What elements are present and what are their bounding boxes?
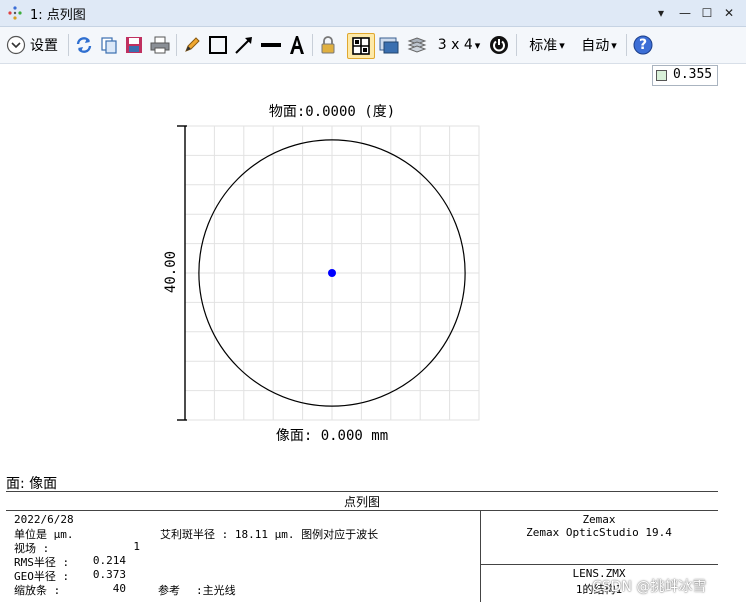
settings-label: 设置 [30,38,58,54]
save-icon [126,37,142,53]
field-selector[interactable]: 0.355 [652,65,718,86]
window-layout-icon [379,37,399,54]
layout-label: 3 x 4 [437,37,473,53]
settings-button[interactable]: 设置 [6,33,66,57]
panel-title: 点列图 [343,495,380,509]
spot-diagram-app-icon [8,6,22,20]
field-swatch-icon [656,70,667,81]
power-button[interactable] [487,33,511,57]
grid-layout-button[interactable] [347,33,375,59]
auto-dropdown[interactable]: 自动 ▾ [576,33,622,57]
panel-divider [6,510,718,511]
print-button[interactable] [148,33,172,57]
auto-label: 自动 [581,38,610,54]
close-button[interactable]: ✕ [720,4,738,22]
brand-text: Zemax [582,513,616,526]
text-tool-button[interactable] [286,33,308,57]
arrow-icon [235,37,252,54]
power-icon [490,36,508,54]
window-title: 1: 点列图 [30,8,86,23]
chevron-down-circle-icon [6,35,26,55]
toolbar-separator [626,34,627,56]
spot-series [328,269,336,277]
pin-dropdown-button[interactable]: ▾ [652,4,670,22]
rectangle-icon [209,36,227,54]
toolbar-separator [68,34,69,56]
standard-dropdown[interactable]: 标准 ▾ [524,33,570,57]
product-text: Zemax OpticStudio 19.4 [526,526,672,539]
field-row-value: 1 [133,540,140,553]
reference-label: 参考 [158,584,180,597]
plot-xlabel: 像面: 0.000 mm [276,428,388,444]
scale-row-label: 缩放条 : [14,584,61,597]
standard-label: 标准 [529,38,558,54]
field-value: 0.355 [673,67,713,82]
refresh-button[interactable] [73,33,95,57]
surface-label: 面: 像面 [6,476,58,492]
pencil-tool-button[interactable] [181,33,203,57]
minimize-button[interactable]: — [676,4,694,22]
toolbar-separator [516,34,517,56]
rectangle-tool-button[interactable] [207,33,229,57]
toolbar: 设置 3 x 4 ▾ 标准 ▾ 自动 ▾ ? [0,27,746,64]
scale-bar-label: 40.00 [163,251,179,293]
watermark: CSDN @挑衅冰雪 [592,579,707,595]
grid-layout-icon [352,37,370,55]
window-layout-button[interactable] [377,33,401,57]
lock-icon [321,36,335,54]
airy-text: 艾利斑半径 : 18.11 µm. 图例对应于波长 [160,528,379,541]
copy-button[interactable] [98,33,120,57]
chevron-down-icon: ▾ [611,38,617,52]
spot-diagram-plot: 物面:0.0000 (度) 像面: 0.000 mm 40.00 [163,104,480,444]
layers-icon [407,37,427,53]
plot-area: 物面:0.0000 (度) 像面: 0.000 mm 40.00 [0,64,746,472]
pencil-icon [185,37,200,52]
toolbar-separator [312,34,313,56]
chevron-down-icon: ▾ [474,38,481,52]
layers-button[interactable] [405,33,429,57]
scale-row-value: 40 [112,582,126,595]
help-glyph: ? [638,37,648,53]
title-bar: 1: 点列图 ▾ — ☐ ✕ [0,0,746,27]
line-icon [261,43,281,47]
toolbar-separator [176,34,177,56]
text-icon [290,36,304,54]
help-button[interactable]: ? [631,33,655,57]
layout-dropdown[interactable]: 3 x 4 ▾ [433,33,485,57]
line-tool-button[interactable] [259,33,283,57]
copy-icon [101,37,117,54]
chevron-down-icon: ▾ [559,38,565,52]
arrow-tool-button[interactable] [233,33,255,57]
refresh-icon [76,37,92,53]
rms-row-value: 0.214 [92,554,126,567]
panel-divider [480,564,718,565]
plot-title: 物面:0.0000 (度) [269,104,395,120]
lock-button[interactable] [317,33,339,57]
printer-icon [150,36,170,54]
date-text: 2022/6/28 [14,513,74,526]
save-button[interactable] [123,33,145,57]
maximize-button[interactable]: ☐ [698,4,716,22]
reference-value: :主光线 [196,584,236,597]
spot-point [328,269,336,277]
geo-row-value: 0.373 [92,568,126,581]
